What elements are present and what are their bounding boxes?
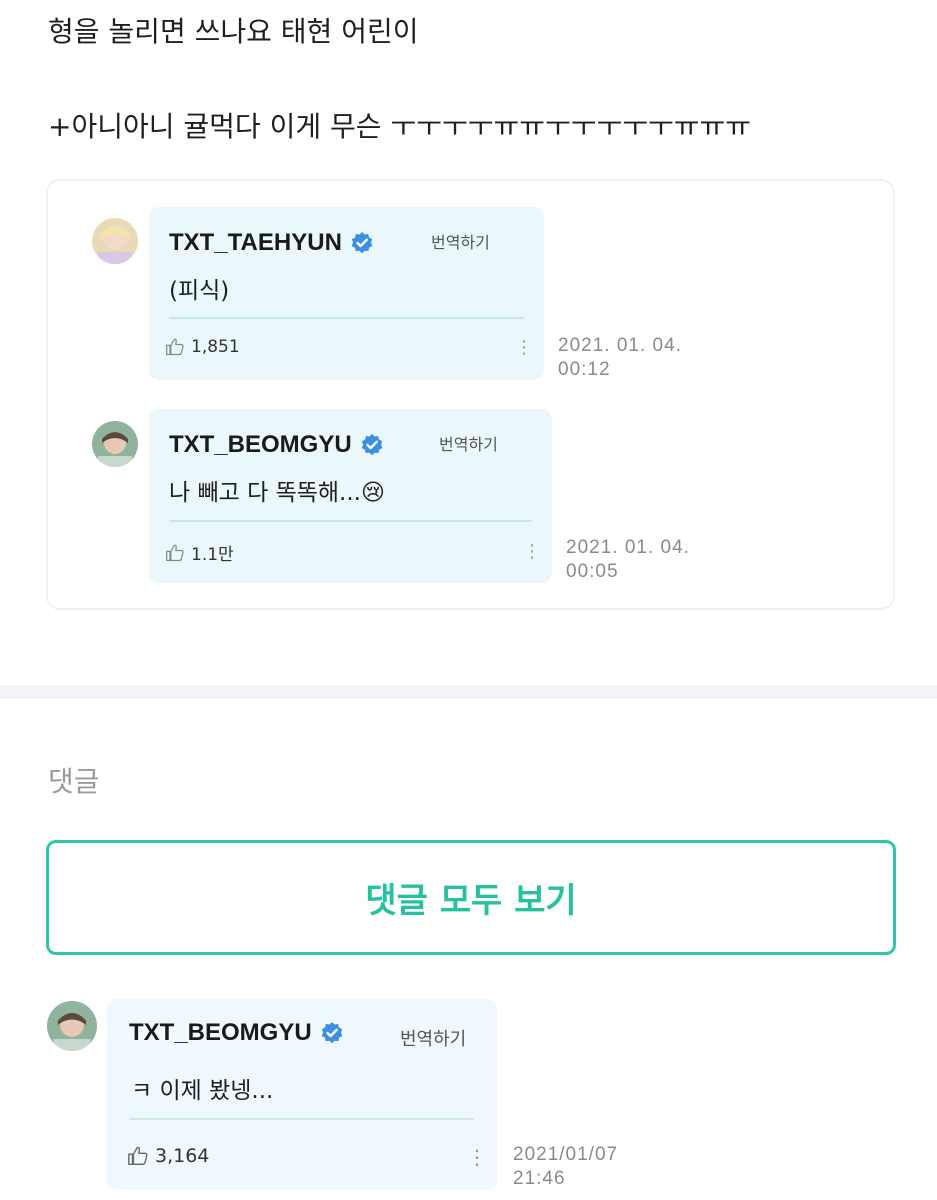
comment-bubble: TXT_BEOMGYU 번역하기 나 빼고 다 똑똑해...😢 1.1만 ⋮	[149, 409, 552, 583]
translate-button[interactable]: 번역하기	[431, 229, 490, 253]
divider	[169, 520, 532, 522]
section-divider	[0, 685, 937, 699]
thumbs-up-icon	[166, 544, 184, 561]
post-text-line-1: 형을 놀리면 쓰나요 태현 어린이	[48, 15, 419, 48]
quoted-comments-card: TXT_TAEHYUN 번역하기 (피식) 1,851 ⋮ 2021. 01. …	[46, 179, 895, 610]
comment-author[interactable]: TXT_TAEHYUN	[169, 229, 374, 257]
comment-time: 00:12	[558, 359, 611, 380]
comment-timestamp: 2021. 01. 04. 00:12	[558, 334, 682, 382]
thumbs-up-icon	[128, 1146, 148, 1165]
comment-date: 2021/01/07	[513, 1144, 619, 1165]
avatar-beomgyu[interactable]	[92, 421, 138, 467]
verified-badge-icon	[351, 232, 373, 254]
view-all-comments-button[interactable]: 댓글 모두 보기	[46, 840, 896, 955]
author-name: TXT_BEOMGYU	[169, 431, 352, 458]
like-button[interactable]: 1.1만	[165, 540, 234, 565]
author-name: TXT_TAEHYUN	[169, 229, 342, 256]
comment-author[interactable]: TXT_BEOMGYU	[129, 1019, 344, 1047]
comment-bubble: TXT_BEOMGYU 번역하기 ㅋ 이제 봤넹... 3,164 ⋮	[107, 999, 497, 1190]
comment-time: 21:46	[513, 1168, 566, 1189]
more-vertical-icon[interactable]: ⋮	[515, 339, 533, 357]
post-text-line-2: +아니아니 귤먹다 이게 무슨 ㅜㅜㅜㅜㅠㅠㅜㅜㅜㅜㅜㅠㅠㅠ	[48, 110, 752, 143]
comment-timestamp: 2021. 01. 04. 00:05	[566, 536, 690, 584]
view-all-label: 댓글 모두 보기	[365, 881, 577, 921]
like-button[interactable]: 1,851	[165, 337, 240, 357]
author-name: TXT_BEOMGYU	[129, 1019, 312, 1046]
comment-date: 2021. 01. 04.	[566, 537, 690, 558]
comment-time: 00:05	[566, 561, 619, 582]
comment-text: (피식)	[169, 278, 230, 304]
avatar-taehyun[interactable]	[92, 218, 138, 264]
translate-button[interactable]: 번역하기	[400, 1025, 466, 1051]
like-count: 1,851	[191, 337, 240, 357]
comments-heading: 댓글	[48, 765, 100, 798]
comment-bubble: TXT_TAEHYUN 번역하기 (피식) 1,851 ⋮	[149, 207, 544, 380]
like-count: 3,164	[155, 1145, 210, 1167]
like-count: 1.1만	[191, 545, 234, 565]
translate-button[interactable]: 번역하기	[439, 431, 498, 455]
comment-text: ㅋ 이제 봤넹...	[131, 1078, 274, 1104]
thumbs-up-icon	[166, 338, 184, 356]
divider	[169, 317, 524, 319]
verified-badge-icon	[321, 1022, 343, 1044]
divider	[129, 1118, 474, 1120]
like-button[interactable]: 3,164	[127, 1145, 209, 1167]
comment-text: 나 빼고 다 똑똑해...😢	[169, 480, 385, 506]
more-vertical-icon[interactable]: ⋮	[523, 543, 541, 561]
comment-date: 2021. 01. 04.	[558, 335, 682, 356]
avatar-beomgyu[interactable]	[47, 1001, 97, 1051]
verified-badge-icon	[361, 434, 383, 456]
comment-timestamp: 2021/01/07 21:46	[513, 1143, 618, 1191]
more-vertical-icon[interactable]: ⋮	[467, 1147, 487, 1167]
comment-author[interactable]: TXT_BEOMGYU	[169, 431, 384, 459]
